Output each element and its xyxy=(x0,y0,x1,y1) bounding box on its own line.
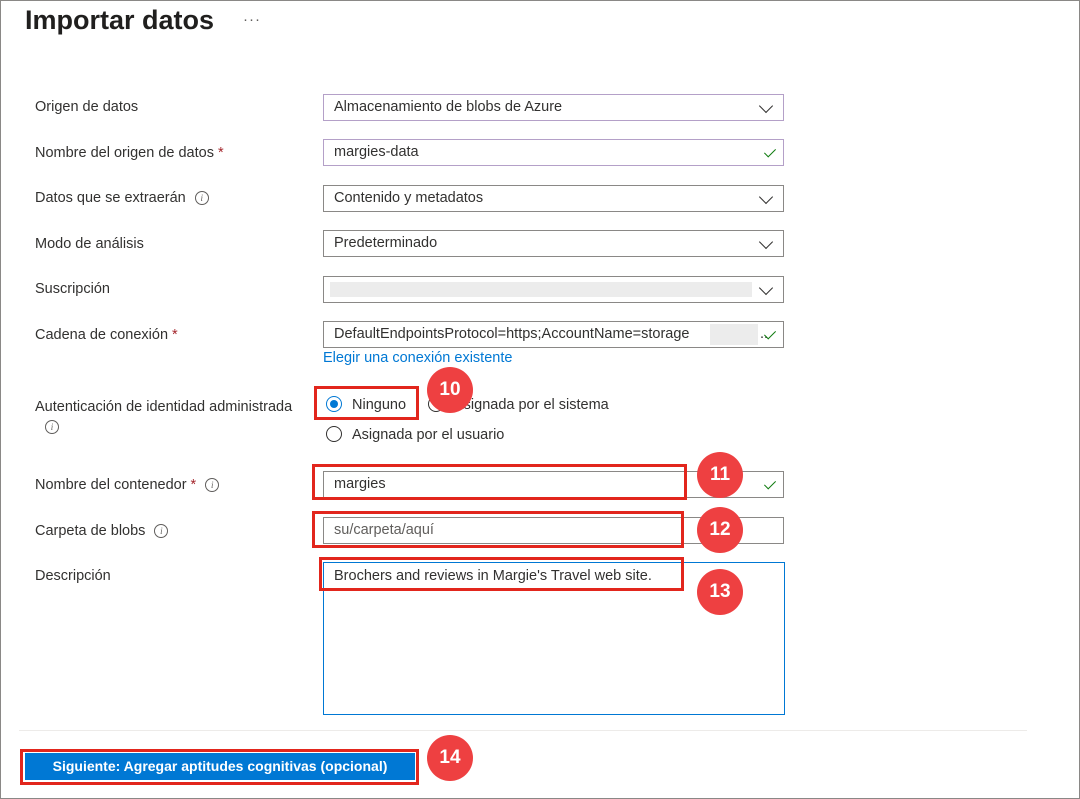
managed-identity-label: Autenticación de identidad administrada xyxy=(35,399,292,415)
data-source-name-value: margies-data xyxy=(334,144,419,160)
data-source-dropdown[interactable]: Almacenamiento de blobs de Azure xyxy=(323,94,784,121)
step-badge-14: 14 xyxy=(427,735,473,781)
required-marker: * xyxy=(172,327,178,343)
chevron-down-icon xyxy=(758,234,774,250)
connection-string-label-text: Cadena de conexión xyxy=(35,327,169,343)
highlight-box-description xyxy=(319,557,684,591)
data-to-extract-dropdown[interactable]: Contenido y metadatos xyxy=(323,185,784,212)
connection-string-input[interactable]: DefaultEndpointsProtocol=https;AccountNa… xyxy=(323,321,784,348)
description-label: Descripción xyxy=(35,568,111,584)
chevron-down-icon xyxy=(758,98,774,114)
highlight-box-container-name xyxy=(312,464,687,500)
info-icon[interactable]: i xyxy=(205,478,220,492)
info-icon[interactable]: i xyxy=(154,524,169,538)
blob-folder-label: Carpeta de blobs i xyxy=(35,523,169,539)
data-source-name-label: Nombre del origen de datos * xyxy=(35,145,224,161)
page-title: Importar datos xyxy=(25,5,215,35)
container-name-label-text: Nombre del contenedor xyxy=(35,477,187,493)
step-badge-10: 10 xyxy=(427,367,473,413)
import-data-panel: Importar datos ··· Origen de datos Almac… xyxy=(0,0,1080,799)
parsing-mode-label: Modo de análisis xyxy=(35,236,144,252)
data-source-label-text: Origen de datos xyxy=(35,99,139,115)
footer-divider xyxy=(19,730,1027,731)
radio-label-user-assigned: Asignada por el usuario xyxy=(352,427,505,443)
radio-unselected-icon[interactable] xyxy=(326,426,342,442)
description-label-text: Descripción xyxy=(35,568,111,584)
step-badge-11: 11 xyxy=(697,452,743,498)
parsing-mode-value: Predeterminado xyxy=(334,235,438,251)
choose-existing-connection-link[interactable]: Elegir una conexión existente xyxy=(323,350,512,366)
managed-identity-label-text: Autenticación de identidad administrada xyxy=(35,399,293,415)
info-icon[interactable]: i xyxy=(45,420,59,434)
data-to-extract-value: Contenido y metadatos xyxy=(334,190,484,206)
highlight-box-blob-folder xyxy=(312,511,684,548)
blob-folder-label-text: Carpeta de blobs xyxy=(35,523,146,539)
data-source-name-label-text: Nombre del origen de datos xyxy=(35,145,214,161)
chevron-down-icon xyxy=(758,189,774,205)
data-to-extract-label: Datos que se extraerán i xyxy=(35,190,209,206)
highlight-box-none-option xyxy=(314,386,419,420)
redacted-account xyxy=(710,324,758,345)
checkmark-icon xyxy=(763,477,777,490)
redacted-subscription xyxy=(330,282,752,297)
parsing-mode-label-text: Modo de análisis xyxy=(35,236,144,252)
radio-label-system-assigned: Asignada por el sistema xyxy=(454,397,609,413)
checkmark-icon xyxy=(763,145,777,158)
managed-identity-info: i xyxy=(35,419,59,435)
subscription-dropdown[interactable] xyxy=(323,276,784,303)
connection-string-label: Cadena de conexión * xyxy=(35,327,178,343)
chevron-down-icon xyxy=(758,280,774,296)
connection-string-value: DefaultEndpointsProtocol=https;AccountNa… xyxy=(334,326,690,342)
data-to-extract-label-text: Datos que se extraerán xyxy=(35,190,186,206)
step-badge-13: 13 xyxy=(697,569,743,615)
parsing-mode-dropdown[interactable]: Predeterminado xyxy=(323,230,784,257)
required-marker: * xyxy=(217,145,224,161)
info-icon[interactable]: i xyxy=(194,191,209,205)
data-source-name-input[interactable]: margies-data xyxy=(323,139,784,166)
step-badge-12: 12 xyxy=(697,507,743,553)
subscription-label: Suscripción xyxy=(35,281,110,297)
radio-option-user-assigned[interactable]: Asignada por el usuario xyxy=(326,426,504,443)
more-icon[interactable]: ··· xyxy=(243,11,261,28)
data-source-label: Origen de datos xyxy=(35,99,138,115)
data-source-value: Almacenamiento de blobs de Azure xyxy=(334,99,563,115)
highlight-box-next-button xyxy=(20,749,419,785)
required-marker: * xyxy=(190,477,197,493)
container-name-label: Nombre del contenedor * i xyxy=(35,477,220,493)
subscription-label-text: Suscripción xyxy=(35,281,110,297)
